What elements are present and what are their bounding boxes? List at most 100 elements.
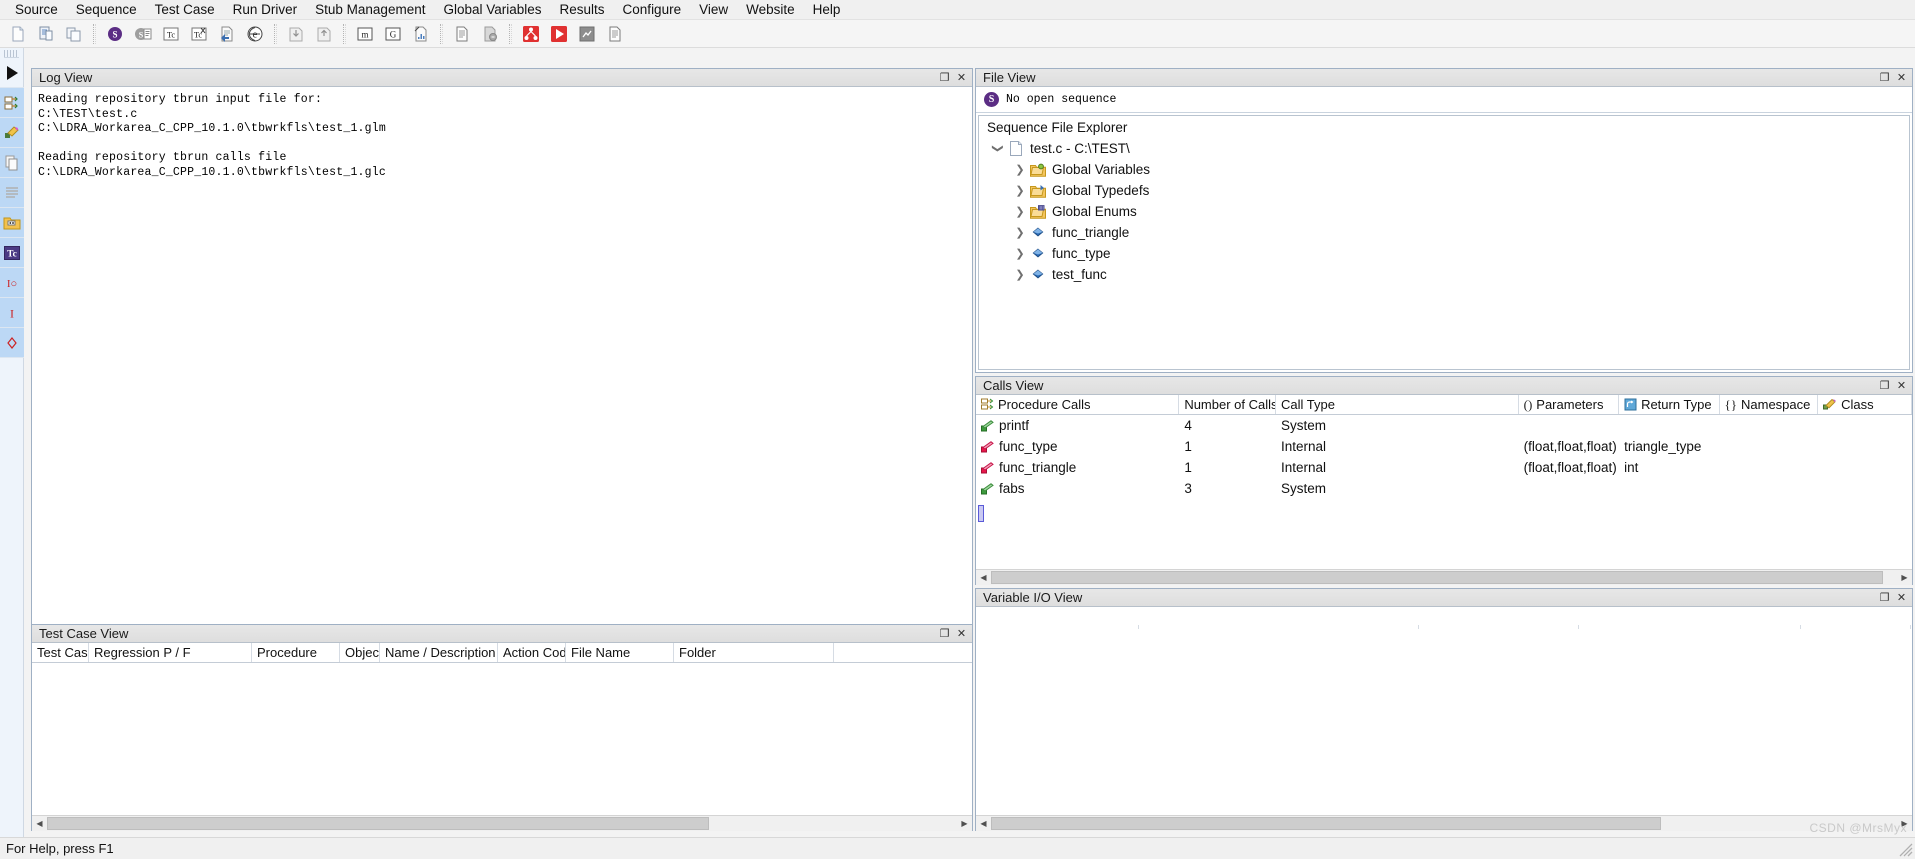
text-report-icon[interactable] <box>603 22 627 46</box>
rail-list-icon[interactable] <box>0 178 24 208</box>
menu-item-run-driver[interactable]: Run Driver <box>224 0 307 20</box>
graph-icon[interactable]: G <box>381 22 405 46</box>
column-header-procedure[interactable]: Procedure <box>252 643 340 662</box>
column-header-procedure-calls[interactable]: Procedure Calls <box>976 395 1180 414</box>
rail-stub-icon[interactable] <box>0 118 24 148</box>
document-print-icon[interactable] <box>478 22 502 46</box>
rail-structure-icon[interactable] <box>0 88 24 118</box>
sequence-list-icon[interactable]: S <box>131 22 155 46</box>
column-header-namespace[interactable]: {} Namespace <box>1720 395 1819 414</box>
log-view-content[interactable]: Reading repository tbrun input file for:… <box>32 87 972 624</box>
chevron-right-icon[interactable]: ❯ <box>1011 205 1029 218</box>
variable-io-view-close-button[interactable]: ✕ <box>1894 591 1909 605</box>
variable-io-view-hscrollbar[interactable]: ◀ ▶ <box>976 815 1912 831</box>
test-case-icon[interactable]: Tc <box>159 22 183 46</box>
copy-file-icon[interactable] <box>34 22 58 46</box>
window-resize-grip[interactable] <box>1899 843 1913 857</box>
matrix-icon[interactable]: m <box>353 22 377 46</box>
tcv-scroll-thumb[interactable] <box>47 816 709 830</box>
log-view-float-button[interactable]: ❐ <box>937 71 952 85</box>
tcv-scroll-track[interactable] <box>47 815 957 831</box>
column-header-return-type[interactable]: Return Type <box>1619 395 1720 414</box>
menu-item-website[interactable]: Website <box>737 0 804 20</box>
calls-view-row[interactable]: fabs 3 System <box>976 478 1912 499</box>
test-case-view-float-button[interactable]: ❐ <box>937 627 952 641</box>
test-case-view-rows[interactable] <box>32 663 972 814</box>
file-tree-item[interactable]: ❯ Global Typedefs <box>979 180 1909 201</box>
rail-drag-grip[interactable] <box>4 50 19 58</box>
column-header-name-description[interactable]: Name / Description <box>380 643 498 662</box>
column-header-folder[interactable]: Folder <box>674 643 834 662</box>
menu-item-help[interactable]: Help <box>804 0 850 20</box>
cv-scroll-thumb[interactable] <box>991 570 1883 584</box>
menu-item-view[interactable]: View <box>690 0 737 20</box>
test-case-delete-icon[interactable]: Tc <box>187 22 211 46</box>
variable-io-view-float-button[interactable]: ❐ <box>1877 591 1892 605</box>
file-tree-item[interactable]: ❯ Global Enums <box>979 201 1909 222</box>
vio-scroll-track[interactable] <box>991 815 1897 831</box>
sequence-icon[interactable]: S <box>103 22 127 46</box>
rail-run-icon[interactable] <box>0 58 24 88</box>
file-view-float-button[interactable]: ❐ <box>1877 71 1892 85</box>
rail-copy-icon[interactable] <box>0 148 24 178</box>
file-tree-item[interactable]: ❯ Global Variables <box>979 159 1909 180</box>
chevron-right-icon[interactable]: ❯ <box>1011 163 1029 176</box>
file-tree[interactable]: ❯ test.c - C:\TEST\ ❯ Global Variables ❯ Glob… <box>979 138 1909 285</box>
file-tree-item[interactable]: ❯ test_func <box>979 264 1909 285</box>
calls-view-row[interactable]: printf 4 System <box>976 415 1912 436</box>
variable-io-view-rows[interactable] <box>976 629 1912 814</box>
import-testcase-icon[interactable] <box>215 22 239 46</box>
chevron-right-icon[interactable]: ❯ <box>1011 268 1029 281</box>
column-header-parameters[interactable]: () Parameters <box>1519 395 1620 414</box>
calls-view-hscrollbar[interactable]: ◀ ▶ <box>976 569 1912 585</box>
vio-scroll-thumb[interactable] <box>991 816 1661 830</box>
file-tree-item[interactable]: ❯ func_type <box>979 243 1909 264</box>
upload-icon[interactable] <box>312 22 336 46</box>
calls-view-close-button[interactable]: ✕ <box>1894 379 1909 393</box>
test-case-view-close-button[interactable]: ✕ <box>954 627 969 641</box>
menu-item-sequence[interactable]: Sequence <box>67 0 146 20</box>
report-chart-icon[interactable] <box>409 22 433 46</box>
calls-view-row[interactable]: func_triangle 1 Internal (float,float,float… <box>976 457 1912 478</box>
cv-scroll-track[interactable] <box>991 569 1897 585</box>
calls-view-float-button[interactable]: ❐ <box>1877 379 1892 393</box>
column-header-call-type[interactable]: Call Type <box>1276 395 1519 414</box>
tcv-scroll-left-arrow[interactable]: ◀ <box>32 815 47 831</box>
column-header-action-code[interactable]: Action Code <box>498 643 566 662</box>
file-view-close-button[interactable]: ✕ <box>1894 71 1909 85</box>
column-header-test-case[interactable]: Test Case <box>32 643 89 662</box>
run-icon[interactable] <box>547 22 571 46</box>
menu-item-stub-management[interactable]: Stub Management <box>306 0 434 20</box>
rail-info-icon[interactable]: I <box>0 298 24 328</box>
menu-item-global-variables[interactable]: Global Variables <box>434 0 550 20</box>
new-file-icon[interactable] <box>6 22 30 46</box>
column-header-class[interactable]: Class <box>1818 395 1912 414</box>
rail-diamond-icon[interactable] <box>0 328 24 358</box>
chevron-right-icon[interactable]: ❯ <box>1011 184 1029 197</box>
document-icon[interactable] <box>450 22 474 46</box>
file-tree-item[interactable]: ❯ func_triangle <box>979 222 1909 243</box>
chevron-right-icon[interactable]: ❯ <box>1011 226 1029 239</box>
file-tree-item[interactable]: ❯ test.c - C:\TEST\ <box>979 138 1909 159</box>
execute-icon[interactable]: e <box>243 22 267 46</box>
calls-view-rows[interactable]: printf 4 System func_type 1 Internal (float,fl… <box>976 415 1912 568</box>
analysis-icon[interactable] <box>575 22 599 46</box>
log-view-close-button[interactable]: ✕ <box>954 71 969 85</box>
cv-scroll-right-arrow[interactable]: ▶ <box>1897 569 1912 585</box>
chevron-down-icon[interactable]: ❯ <box>992 140 1005 158</box>
test-case-view-hscrollbar[interactable]: ◀ ▶ <box>32 815 972 831</box>
column-header-regression-p-f[interactable]: Regression P / F <box>89 643 252 662</box>
rail-io-icon[interactable]: I○ <box>0 268 24 298</box>
duplicate-icon[interactable] <box>62 22 86 46</box>
callgraph-icon[interactable] <box>519 22 543 46</box>
vio-scroll-left-arrow[interactable]: ◀ <box>976 815 991 831</box>
chevron-right-icon[interactable]: ❯ <box>1011 247 1029 260</box>
rail-folder-icon[interactable] <box>0 208 24 238</box>
menu-item-results[interactable]: Results <box>551 0 614 20</box>
tcv-scroll-right-arrow[interactable]: ▶ <box>957 815 972 831</box>
rail-testcase-icon[interactable]: Tc <box>0 238 24 268</box>
cv-scroll-left-arrow[interactable]: ◀ <box>976 569 991 585</box>
menu-item-configure[interactable]: Configure <box>614 0 691 20</box>
calls-view-row[interactable]: func_type 1 Internal (float,float,float) tri… <box>976 436 1912 457</box>
menu-item-test-case[interactable]: Test Case <box>146 0 224 20</box>
